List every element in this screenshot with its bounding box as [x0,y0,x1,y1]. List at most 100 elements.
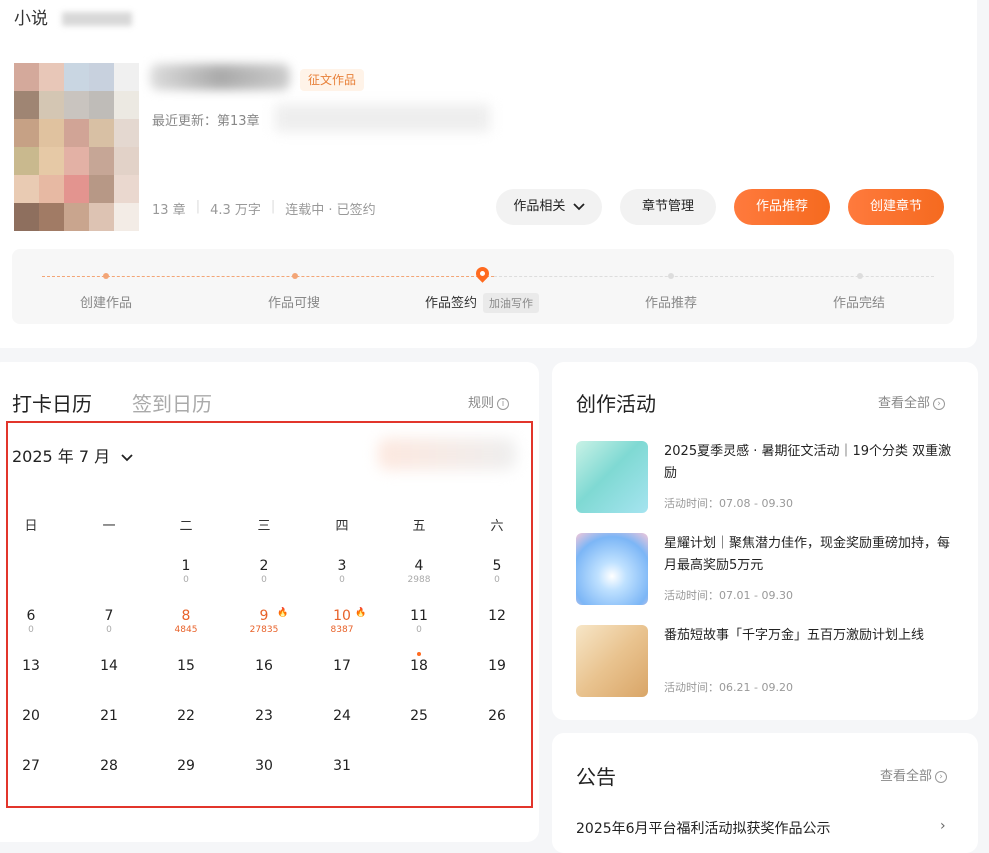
activity-time: 活动时间：06.21 - 09.20 [664,681,793,694]
day-number: 21 [100,708,118,724]
activity-title[interactable]: 2025夏季灵感 · 暑期征文活动｜19个分类 双重激励 [664,441,956,485]
calendar-day[interactable]: 70 [79,608,139,636]
calendar-day[interactable]: 10 [156,558,216,586]
word-count: 4.3 万字 [210,203,261,218]
calendar-day[interactable]: 21 [79,708,139,724]
day-number: 14 [100,658,118,674]
cover-tile [89,119,114,147]
calendar-day[interactable]: 19 [467,658,527,674]
cover-tile [14,91,39,119]
rules-link[interactable]: 规则 i [468,392,510,411]
activities-title: 创作活动 [576,392,656,416]
cover-tile [39,147,64,175]
calendar-day[interactable]: 17 [312,658,372,674]
cover-tile [14,147,39,175]
step-searchable: 作品可搜 [267,296,321,311]
calendar-day[interactable]: 27 [1,758,61,774]
calendar-day[interactable]: 30 [312,558,372,586]
calendar-day[interactable]: 28 [79,758,139,774]
activity-thumbnail[interactable] [576,533,648,605]
day-number: 25 [410,708,428,724]
calendar-day[interactable]: 4 2988 [389,558,449,586]
calendar-day[interactable]: 15 [156,658,216,674]
calendar-day[interactable]: 23 [234,708,294,724]
work-related-button[interactable]: 作品相关 [496,189,602,225]
day-number: 13 [22,658,40,674]
calendar-day[interactable]: 25 [389,708,449,724]
chevron-right-icon[interactable]: › [940,818,946,834]
activity-thumbnail[interactable] [576,625,648,697]
weekday-label: 二 [179,519,193,534]
calendar-day[interactable]: 13 [1,658,61,674]
weekday-label: 六 [490,519,504,534]
day-number: 27 [22,758,40,774]
cover-tile [114,175,139,203]
calendar-day[interactable]: 20 [234,558,294,586]
notice-see-all[interactable]: 查看全部 › [880,765,948,784]
day-number: 11 [410,608,428,624]
breadcrumb[interactable]: 小说 [14,4,132,29]
weekday-label: 四 [335,519,349,534]
day-number: 26 [488,708,506,724]
day-word-count: 4845 [174,625,198,635]
cover-tile [64,147,89,175]
calendar-day[interactable]: 14 [79,658,139,674]
cover-tile [39,119,64,147]
day-number: 18 [410,658,428,674]
step-signed-label: 作品签约 [424,296,478,311]
create-chapter-button[interactable]: 创建章节 [848,189,944,225]
weekday-label: 一 [102,519,116,534]
step-dot [103,273,109,279]
chevron-right-circle-icon: › [933,397,946,410]
work-title-blurred[interactable] [150,64,290,90]
calendar-day[interactable]: 24 [312,708,372,724]
day-number: 7 [104,608,114,624]
calendar-day[interactable]: 22 [156,708,216,724]
day-number: 8 [181,608,191,624]
tab-checkin-calendar[interactable]: 打卡日历 [12,388,92,417]
activity-time: 活动时间：07.01 - 09.30 [664,589,793,602]
calendar-day[interactable]: 11 0 [389,608,449,636]
step-recommend: 作品推荐 [644,296,698,311]
flame-icon: 🔥 [355,608,367,618]
calendar-day[interactable]: 8 4845 [156,608,216,636]
contest-tag: 征文作品 [300,69,365,91]
cover-tile [64,91,89,119]
calendar-day[interactable]: 18 [389,658,449,674]
activity-thumbnail[interactable] [576,441,648,513]
chevron-right-circle-icon: › [935,770,948,783]
tab-signin-calendar[interactable]: 签到日历 [132,388,212,417]
calendar-day[interactable]: 12 [467,608,527,624]
chevron-down-icon [121,453,133,461]
day-number: 15 [177,658,195,674]
calendar-day[interactable]: 16 [234,658,294,674]
notice-item[interactable]: 2025年6月平台福利活动拟获奖作品公示 [576,818,831,838]
day-number: 4 [414,558,424,574]
chapter-manage-button[interactable]: 章节管理 [620,189,716,225]
day-word-count: 0 [339,575,345,585]
activity-title[interactable]: 星耀计划｜聚焦潜力佳作，现金奖励重磅加持，每月最高奖励5万元 [664,533,956,577]
month-selector[interactable]: 2025 年 7 月 [12,443,133,467]
calendar-day[interactable]: 20 [1,708,61,724]
day-word-count: 0 [494,575,500,585]
activities-see-all[interactable]: 查看全部 › [878,392,946,411]
work-related-label: 作品相关 [513,199,566,214]
calendar-day[interactable]: 31 [312,758,372,774]
breadcrumb-label: 小说 [14,9,48,29]
calendar-day[interactable]: 29 [156,758,216,774]
calendar-day[interactable]: 50 [467,558,527,586]
activity-title[interactable]: 番茄短故事「千字万金」五百万激励计划上线 [664,625,956,647]
day-word-count: 0 [416,625,422,635]
weekday-label: 三 [257,519,271,534]
work-cover-image[interactable] [14,63,139,231]
calendar-day[interactable]: 30 [234,758,294,774]
cover-tile [39,203,64,231]
step-signed: 作品签约 加油写作 [424,292,540,313]
cover-tile [89,175,114,203]
month-label: 2025 年 7 月 [12,447,111,466]
day-number: 20 [22,708,40,724]
recommend-button[interactable]: 作品推荐 [734,189,830,225]
flame-icon: 🔥 [277,608,289,618]
calendar-day[interactable]: 60 [1,608,61,636]
calendar-day[interactable]: 26 [467,708,527,724]
